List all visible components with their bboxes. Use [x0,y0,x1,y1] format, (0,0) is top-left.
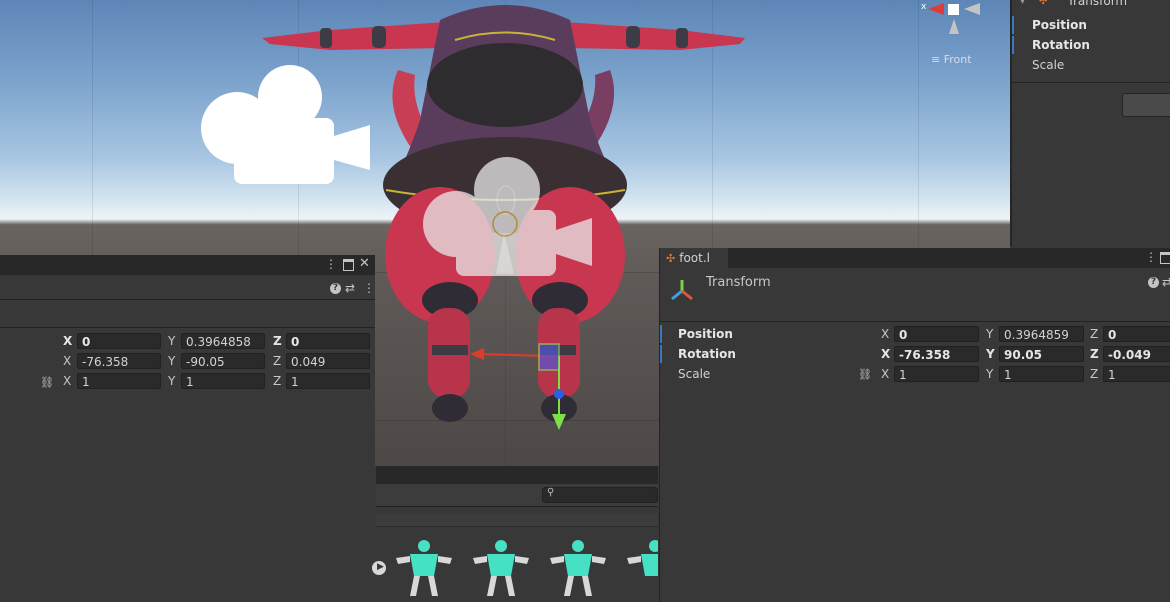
play-icon[interactable]: ▶ [372,561,386,575]
axis-z-label[interactable]: Z [1090,327,1098,341]
position-label[interactable]: Position [1032,18,1087,32]
divider [1012,82,1170,83]
rotation-x-field[interactable]: -76.358 [77,353,161,369]
tab-bar: ✣ foot.l ⋮ [660,248,1170,268]
axis-z-label[interactable]: Z [1090,347,1099,361]
maximize-icon[interactable] [343,259,354,271]
inspector-panel-right: ▾ ✣ Transform Position Rotation Scale [1010,0,1170,246]
divider [660,321,1170,322]
component-title: Transform [706,275,771,290]
search-icon: ⚲ [547,487,555,498]
tab-bar [376,466,658,484]
axis-y-label[interactable]: Y [168,374,175,388]
breadcrumb-bar [376,514,658,527]
humanoid-avatar-icon[interactable] [627,540,658,576]
tab-label: foot.l [679,251,710,265]
inspector-window-left: ⋮ ✕ ? ⇄ ⋮ X 0 Y 0.3964858 Z 0 X -76.358 … [0,255,375,602]
scale-y-field[interactable]: 1 [181,373,265,389]
axis-z-label[interactable]: Z [273,374,281,388]
maximize-icon[interactable] [1160,252,1170,264]
rotation-y-field[interactable]: 90.05 [999,346,1084,362]
kebab-menu-icon[interactable]: ⋮ [325,257,337,271]
rotation-y-field[interactable]: -90.05 [181,353,265,369]
scale-label[interactable]: Scale [678,367,710,381]
link-icon[interactable]: ⛓ [858,368,872,381]
preset-icon[interactable]: ⇄ [345,281,355,295]
axis-z-label[interactable]: Z [273,354,281,368]
help-icon[interactable]: ? [330,283,341,294]
scale-x-field[interactable]: 1 [894,366,979,382]
transform-header[interactable]: ▾ ✣ Transform [1020,0,1127,8]
toolbar: ⚲ [376,484,658,507]
override-marker [1012,36,1014,54]
help-icon[interactable]: ? [1148,277,1159,288]
position-y-field[interactable]: 0.3964858 [181,333,265,349]
project-window: ⚲ ▶ [372,466,658,602]
override-marker [1012,16,1014,34]
rotation-label[interactable]: Rotation [1032,38,1090,52]
axis-x-label[interactable]: X [881,347,890,361]
axis-y-label[interactable]: Y [168,354,175,368]
axis-x-label[interactable]: X [63,374,71,388]
rotation-z-field[interactable]: 0.049 [286,353,370,369]
position-x-field[interactable]: 0 [894,326,979,342]
axis-y-label[interactable]: Y [986,327,993,341]
preset-icon[interactable]: ⇄ [1162,275,1170,289]
axis-y-label[interactable]: Y [986,347,995,361]
view-projection-label[interactable]: ≡ Front [931,53,972,66]
link-icon[interactable]: ⛓ [40,376,54,389]
kebab-menu-icon[interactable]: ⋮ [1145,250,1157,264]
axis-y-label[interactable]: Y [168,334,175,348]
foldout-arrow-icon[interactable]: ▾ [1020,0,1025,7]
axis-x-label[interactable]: X [881,367,889,381]
divider [0,327,375,328]
axis-z-label[interactable]: Z [273,334,282,348]
rotation-label[interactable]: Rotation [678,347,736,361]
position-label[interactable]: Position [678,327,733,341]
transform-icon: ✣ [1039,0,1048,7]
humanoid-avatar-icon[interactable] [473,540,529,596]
position-x-field[interactable]: 0 [77,333,161,349]
axis-z-label[interactable]: Z [1090,367,1098,381]
rotation-z-field[interactable]: -0.049 [1103,346,1170,362]
rotation-x-field[interactable]: -76.358 [894,346,979,362]
kebab-menu-icon[interactable]: ⋮ [363,281,375,295]
axis-x-label[interactable]: X [63,334,72,348]
scale-z-field[interactable]: 1 [1103,366,1170,382]
close-icon[interactable]: ✕ [359,256,370,271]
position-y-field[interactable]: 0.3964859 [999,326,1084,342]
humanoid-avatar-icon[interactable] [550,540,606,596]
component-title: Transform [1067,0,1128,8]
divider [0,299,375,300]
search-input[interactable]: ⚲ [542,487,658,503]
tab-foot-l[interactable]: ✣ foot.l [660,248,728,268]
humanoid-avatar-icon[interactable] [396,540,452,596]
camera-gizmo-icon[interactable] [201,65,370,184]
scale-z-field[interactable]: 1 [286,373,370,389]
orientation-gizmo[interactable] [900,0,1000,80]
humanoid-avatar-grid [396,540,658,596]
axis-y-label[interactable]: Y [986,367,993,381]
scale-y-field[interactable]: 1 [999,366,1084,382]
override-marker [660,325,662,343]
inspector-window-foot: ✣ foot.l ⋮ Transform ? ⇄ Position X 0 Y … [659,248,1170,602]
position-z-field[interactable]: 0 [1103,326,1170,342]
override-marker [660,345,662,363]
axis-x-label[interactable]: X [881,327,889,341]
transform-icon [671,280,693,301]
position-z-field[interactable]: 0 [286,333,370,349]
axis-x-label: x [921,2,927,12]
tab-bar: ⋮ ✕ [0,255,375,275]
scale-x-field[interactable]: 1 [77,373,161,389]
add-component-button[interactable] [1122,93,1170,117]
transform-icon: ✣ [666,251,676,265]
axis-x-label[interactable]: X [63,354,71,368]
hamburger-icon: ≡ [931,53,941,66]
scale-label[interactable]: Scale [1032,58,1064,72]
